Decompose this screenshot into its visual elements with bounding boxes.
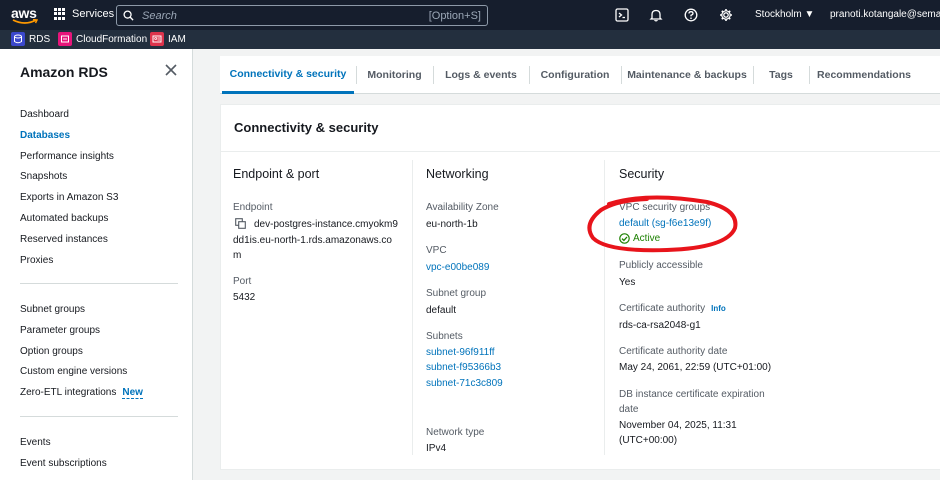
sidebar-item-snapshots[interactable]: Snapshots <box>20 171 67 182</box>
certificate-expiration-label-line-1: DB instance certificate expiration <box>619 389 765 400</box>
subnets-label: Subnets <box>426 331 463 342</box>
certificate-authority-date-value: May 24, 2061, 22:59 (UTC+01:00) <box>619 362 772 373</box>
certificate-authority-value: rds-ca-rsa2048-g1 <box>619 320 701 331</box>
sidebar-item-custom-engine-versions[interactable]: Custom engine versions <box>20 366 127 377</box>
endpoint-port-heading: Endpoint & port <box>233 167 320 181</box>
connectivity-security-panel: Connectivity & security <box>220 104 940 470</box>
sidebar-item-zero-etl[interactable]: Zero-ETL integrations New <box>20 387 143 399</box>
panel-header: Connectivity & security <box>221 105 940 152</box>
availability-zone-value: eu-north-1b <box>426 219 478 230</box>
region-selector[interactable]: Stockholm ▼ <box>755 9 814 20</box>
port-value: 5432 <box>233 292 256 303</box>
bell-icon[interactable] <box>648 7 664 23</box>
certificate-authority-text: Certificate authority <box>619 303 706 314</box>
publicly-accessible-value: Yes <box>619 277 636 288</box>
gear-icon[interactable] <box>718 7 734 23</box>
tab-logs-events[interactable]: Logs & events <box>434 56 528 94</box>
port-label: Port <box>233 276 252 287</box>
tab-connectivity-security[interactable]: Connectivity & security <box>222 56 354 94</box>
networking-heading: Networking <box>426 167 489 181</box>
sidebar-item-performance-insights[interactable]: Performance insights <box>20 151 114 162</box>
sidebar-item-dashboard[interactable]: Dashboard <box>20 109 69 120</box>
sidebar-divider <box>20 283 178 284</box>
sidebar-item-events[interactable]: Events <box>20 437 51 448</box>
availability-zone-label: Availability Zone <box>426 202 499 213</box>
certificate-expiration-value-line-1: November 04, 2025, 11:31 <box>619 420 737 431</box>
endpoint-value-line-2: dd1is.eu-north-1.rds.amazonaws.co <box>233 235 392 246</box>
top-navigation-bar: aws Services Search [Option+S] Stockholm… <box>0 0 940 30</box>
help-icon[interactable] <box>683 7 699 23</box>
subnet-group-value: default <box>426 305 457 316</box>
tab-monitoring[interactable]: Monitoring <box>357 56 432 94</box>
tab-recommendations[interactable]: Recommendations <box>810 56 918 94</box>
vpc-label: VPC <box>426 245 447 256</box>
tab-tags[interactable]: Tags <box>754 56 808 94</box>
sidebar-item-event-subscriptions[interactable]: Event subscriptions <box>20 458 107 469</box>
favorite-label: CloudFormation <box>76 33 148 45</box>
iam-icon <box>150 32 164 46</box>
search-icon <box>123 10 134 21</box>
subnet-link[interactable]: subnet-71c3c809 <box>426 378 503 389</box>
endpoint-value-line-1: dev-postgres-instance.cmyokm9 <box>254 219 398 230</box>
tab-bar: Connectivity & security Monitoring Logs … <box>220 56 940 94</box>
tab-maintenance-backups[interactable]: Maintenance & backups <box>622 56 752 94</box>
favorite-label: RDS <box>29 33 51 45</box>
publicly-accessible-label: Publicly accessible <box>619 260 703 271</box>
services-label: Services <box>72 8 115 20</box>
certificate-authority-label: Certificate authority Info <box>619 303 726 314</box>
sidebar-item-automated-backups[interactable]: Automated backups <box>20 213 108 224</box>
sidebar-title: Amazon RDS <box>20 64 108 80</box>
search-placeholder: Search <box>142 9 177 22</box>
cloudformation-icon <box>58 32 72 46</box>
rds-icon <box>11 32 25 46</box>
info-link[interactable]: Info <box>711 304 726 313</box>
new-badge: New <box>122 387 143 399</box>
certificate-expiration-value-line-2: (UTC+00:00) <box>619 435 678 446</box>
services-menu-button[interactable]: Services <box>54 8 114 20</box>
panel-title: Connectivity & security <box>234 120 379 135</box>
aws-smile-icon <box>12 19 38 24</box>
endpoint-value-line-3: m <box>233 250 242 261</box>
subnet-link[interactable]: subnet-96f911ff <box>426 347 495 358</box>
subnet-group-label: Subnet group <box>426 288 487 299</box>
certificate-expiration-label-line-2: date <box>619 404 639 415</box>
subnet-link[interactable]: subnet-f95366b3 <box>426 362 501 373</box>
copy-icon[interactable] <box>235 218 246 229</box>
network-type-label: Network type <box>426 427 485 438</box>
security-heading: Security <box>619 167 665 181</box>
sidebar-item-option-groups[interactable]: Option groups <box>20 346 83 357</box>
search-input[interactable]: Search [Option+S] <box>116 5 488 26</box>
favorite-cloudformation[interactable]: CloudFormation <box>58 32 147 46</box>
sidebar-item-subnet-groups[interactable]: Subnet groups <box>20 304 85 315</box>
red-annotation-circle <box>587 195 738 253</box>
endpoint-label: Endpoint <box>233 202 273 213</box>
account-menu[interactable]: pranoti.kotangale@semarchy <box>830 9 940 20</box>
search-shortcut: [Option+S] <box>428 9 481 22</box>
sidebar-item-databases[interactable]: Databases <box>20 130 70 141</box>
certificate-authority-date-label: Certificate authority date <box>619 346 728 357</box>
sidebar-item-label: Zero-ETL integrations <box>20 387 117 398</box>
sidebar-item-proxies[interactable]: Proxies <box>20 255 53 266</box>
favorite-rds[interactable]: RDS <box>11 32 50 46</box>
network-type-value: IPv4 <box>426 443 447 454</box>
sidebar-divider <box>20 416 178 417</box>
sidebar-item-exports-s3[interactable]: Exports in Amazon S3 <box>20 192 118 203</box>
column-divider <box>412 160 413 455</box>
close-icon[interactable] <box>164 63 178 77</box>
vpc-link[interactable]: vpc-e00be089 <box>426 262 489 273</box>
aws-logo[interactable]: aws <box>10 4 42 26</box>
services-grid-icon <box>54 8 66 20</box>
sidebar-item-parameter-groups[interactable]: Parameter groups <box>20 325 100 336</box>
cloudshell-icon[interactable] <box>614 7 630 23</box>
tab-configuration[interactable]: Configuration <box>530 56 620 94</box>
sidebar-item-reserved-instances[interactable]: Reserved instances <box>20 234 108 245</box>
favorite-label: IAM <box>168 33 186 45</box>
favorite-iam[interactable]: IAM <box>150 32 186 46</box>
favorites-bar: RDS CloudFormation IAM <box>0 30 940 49</box>
